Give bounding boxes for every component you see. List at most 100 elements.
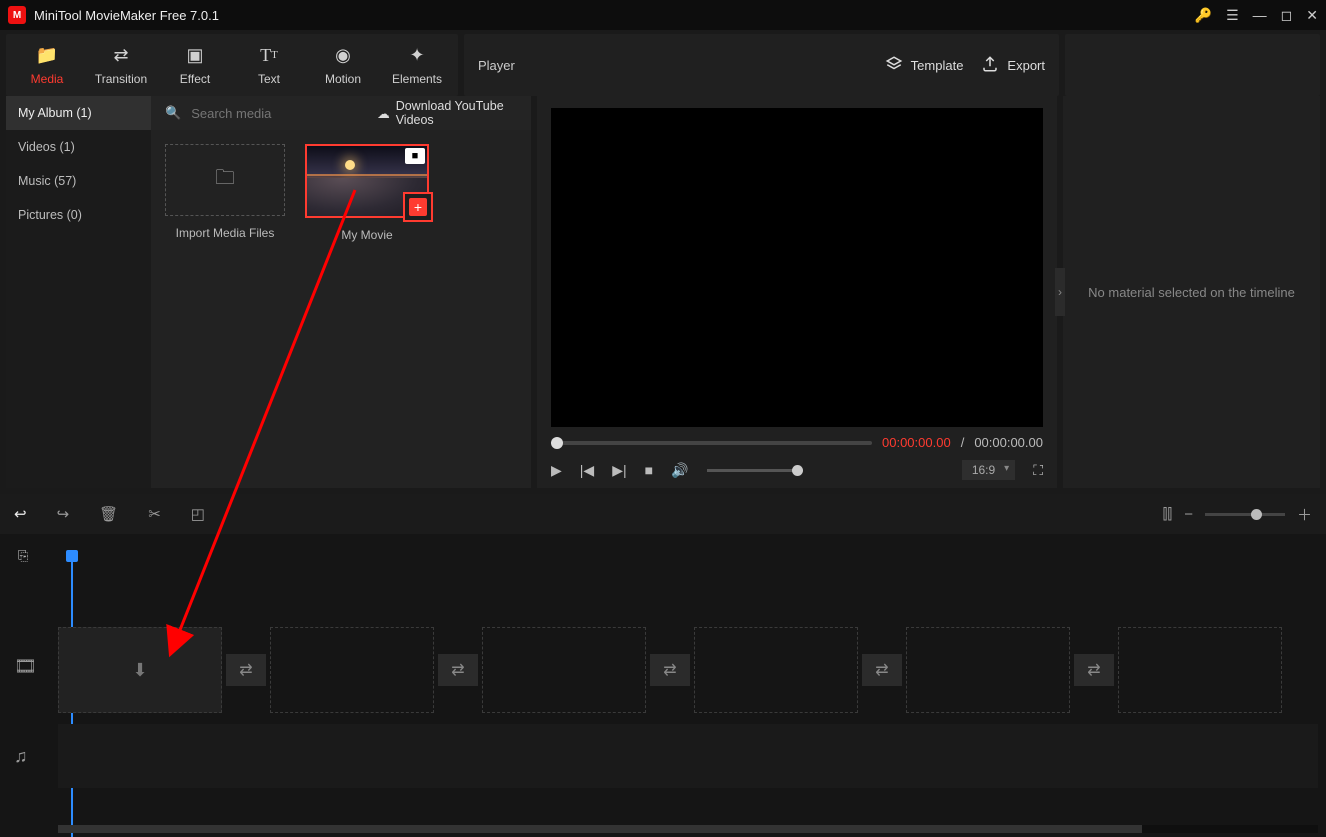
tab-transition-label: Transition bbox=[95, 72, 147, 86]
prev-frame-button[interactable]: |◀ bbox=[580, 462, 594, 479]
transition-slot[interactable]: ⇄ bbox=[862, 654, 902, 686]
player-panel: 00:00:00.00 / 00:00:00.00 ▶ |◀ ▶| ■ 🔊 16… bbox=[537, 96, 1057, 488]
sidebar-item-music[interactable]: Music (57) bbox=[6, 164, 151, 198]
undo-button[interactable]: ↩ bbox=[14, 505, 27, 523]
inspector-toggle[interactable]: › bbox=[1055, 268, 1065, 316]
sidebar-item-videos[interactable]: Videos (1) bbox=[6, 130, 151, 164]
player-header: Player Template Export bbox=[464, 34, 1059, 96]
tab-motion-label: Motion bbox=[325, 72, 361, 86]
snap-button[interactable]: ⫿⫿ bbox=[1163, 506, 1173, 523]
audio-track[interactable] bbox=[58, 724, 1318, 788]
title-bar: M MiniTool MovieMaker Free 7.0.1 🔑 ☰ — ◻… bbox=[0, 0, 1326, 30]
template-button[interactable]: Template bbox=[885, 55, 964, 76]
media-panel: My Album (1) Videos (1) Music (57) Pictu… bbox=[6, 96, 531, 488]
delete-button[interactable]: 🗑 bbox=[99, 505, 118, 523]
transition-slot[interactable]: ⇄ bbox=[650, 654, 690, 686]
fullscreen-button[interactable]: ⛶ bbox=[1033, 462, 1043, 479]
tab-effect[interactable]: ▣ Effect bbox=[158, 40, 232, 92]
player-viewport[interactable] bbox=[551, 108, 1043, 427]
layers-icon bbox=[885, 55, 903, 76]
aspect-ratio-select[interactable]: 16:9 bbox=[962, 460, 1015, 480]
tab-text-label: Text bbox=[258, 72, 280, 86]
inspector-panel: › No material selected on the timeline bbox=[1063, 96, 1320, 488]
timeline-slot[interactable] bbox=[270, 627, 434, 713]
timeline-slot[interactable] bbox=[1118, 627, 1282, 713]
audio-track-icon: ♫ bbox=[14, 746, 28, 767]
zoom-in-button[interactable]: ＋ bbox=[1297, 504, 1312, 525]
timeline-slot[interactable] bbox=[906, 627, 1070, 713]
close-button[interactable]: ✕ bbox=[1306, 7, 1318, 24]
crop-button[interactable]: ◰ bbox=[191, 505, 205, 523]
video-track-icon: 🎞 bbox=[14, 656, 37, 677]
download-youtube-label: Download YouTube Videos bbox=[396, 99, 517, 127]
export-label: Export bbox=[1007, 58, 1045, 73]
player-header-title: Player bbox=[478, 58, 867, 73]
elements-icon: ✦ bbox=[405, 44, 429, 66]
timeline-scrollbar[interactable] bbox=[58, 825, 1318, 833]
cut-button[interactable]: ✂ bbox=[148, 505, 161, 523]
timeline-slot[interactable] bbox=[694, 627, 858, 713]
tab-transition[interactable]: ⇄ Transition bbox=[84, 40, 158, 92]
clip-thumbnail[interactable]: ■ + bbox=[305, 144, 429, 218]
minimize-button[interactable]: — bbox=[1253, 7, 1267, 23]
timeline-slot[interactable] bbox=[482, 627, 646, 713]
transition-slot[interactable]: ⇄ bbox=[226, 654, 266, 686]
timeline[interactable]: ⎘ 🎞 ♫ ⬇ ⇄ ⇄ ⇄ ⇄ ⇄ bbox=[0, 534, 1326, 837]
export-button[interactable]: Export bbox=[981, 55, 1045, 76]
tab-motion[interactable]: ◉ Motion bbox=[306, 40, 380, 92]
volume-slider[interactable] bbox=[707, 469, 797, 472]
menu-icon[interactable]: ☰ bbox=[1226, 7, 1239, 24]
time-separator: / bbox=[961, 435, 965, 450]
clip-label: My Movie bbox=[341, 228, 392, 242]
main-tabs: 📁 Media ⇄ Transition ▣ Effect TT Text ◉ … bbox=[6, 34, 458, 96]
transition-slot[interactable]: ⇄ bbox=[1074, 654, 1114, 686]
play-button[interactable]: ▶ bbox=[551, 462, 562, 479]
media-search-bar: 🔍 ☁ Download YouTube Videos bbox=[151, 96, 531, 130]
tab-elements[interactable]: ✦ Elements bbox=[380, 40, 454, 92]
timeline-slot[interactable]: ⬇ bbox=[58, 627, 222, 713]
activate-icon[interactable]: 🔑 bbox=[1195, 7, 1212, 24]
maximize-button[interactable]: ◻ bbox=[1281, 7, 1293, 24]
tab-effect-label: Effect bbox=[180, 72, 210, 86]
motion-icon: ◉ bbox=[331, 44, 355, 66]
cloud-download-icon: ☁ bbox=[377, 106, 390, 121]
tab-media-label: Media bbox=[31, 72, 64, 86]
plus-icon: + bbox=[409, 198, 427, 216]
volume-icon[interactable]: 🔊 bbox=[671, 462, 688, 479]
media-clip-my-movie[interactable]: ■ + My Movie bbox=[307, 144, 427, 242]
media-sidebar: My Album (1) Videos (1) Music (57) Pictu… bbox=[6, 96, 151, 488]
media-grid: 🗀 Import Media Files ■ + My Movie bbox=[151, 130, 531, 488]
time-total: 00:00:00.00 bbox=[974, 435, 1043, 450]
sidebar-item-pictures[interactable]: Pictures (0) bbox=[6, 198, 151, 232]
import-media-button[interactable]: 🗀 Import Media Files bbox=[165, 144, 285, 240]
add-marker-button[interactable]: ⎘ bbox=[18, 548, 28, 564]
download-youtube-button[interactable]: ☁ Download YouTube Videos bbox=[377, 99, 517, 127]
aspect-ratio-value: 16:9 bbox=[972, 463, 995, 477]
transition-icon: ⇄ bbox=[109, 44, 133, 66]
transition-slot[interactable]: ⇄ bbox=[438, 654, 478, 686]
tab-text[interactable]: TT Text bbox=[232, 40, 306, 92]
player-progress[interactable] bbox=[551, 441, 872, 445]
search-input[interactable] bbox=[191, 106, 367, 121]
redo-button[interactable]: ↪ bbox=[57, 505, 70, 523]
drop-here-icon: ⬇ bbox=[132, 660, 147, 681]
playhead[interactable] bbox=[66, 550, 78, 562]
effect-icon: ▣ bbox=[183, 44, 207, 66]
zoom-out-button[interactable]: − bbox=[1184, 506, 1193, 523]
template-label: Template bbox=[911, 58, 964, 73]
stop-button[interactable]: ■ bbox=[645, 462, 653, 478]
sidebar-item-album[interactable]: My Album (1) bbox=[6, 96, 151, 130]
time-ruler[interactable] bbox=[58, 552, 1318, 564]
video-track[interactable]: ⬇ ⇄ ⇄ ⇄ ⇄ ⇄ bbox=[58, 624, 1318, 716]
inspector-header bbox=[1065, 34, 1320, 96]
zoom-slider[interactable] bbox=[1205, 513, 1285, 516]
tab-media[interactable]: 📁 Media bbox=[10, 40, 84, 92]
time-current: 00:00:00.00 bbox=[882, 435, 951, 450]
tab-elements-label: Elements bbox=[392, 72, 442, 86]
add-clip-button[interactable]: + bbox=[403, 192, 433, 222]
import-media-label: Import Media Files bbox=[176, 226, 275, 240]
search-icon: 🔍 bbox=[165, 105, 181, 121]
folder-icon: 📁 bbox=[35, 44, 59, 66]
inspector-empty-text: No material selected on the timeline bbox=[1072, 285, 1311, 300]
next-frame-button[interactable]: ▶| bbox=[612, 462, 626, 479]
